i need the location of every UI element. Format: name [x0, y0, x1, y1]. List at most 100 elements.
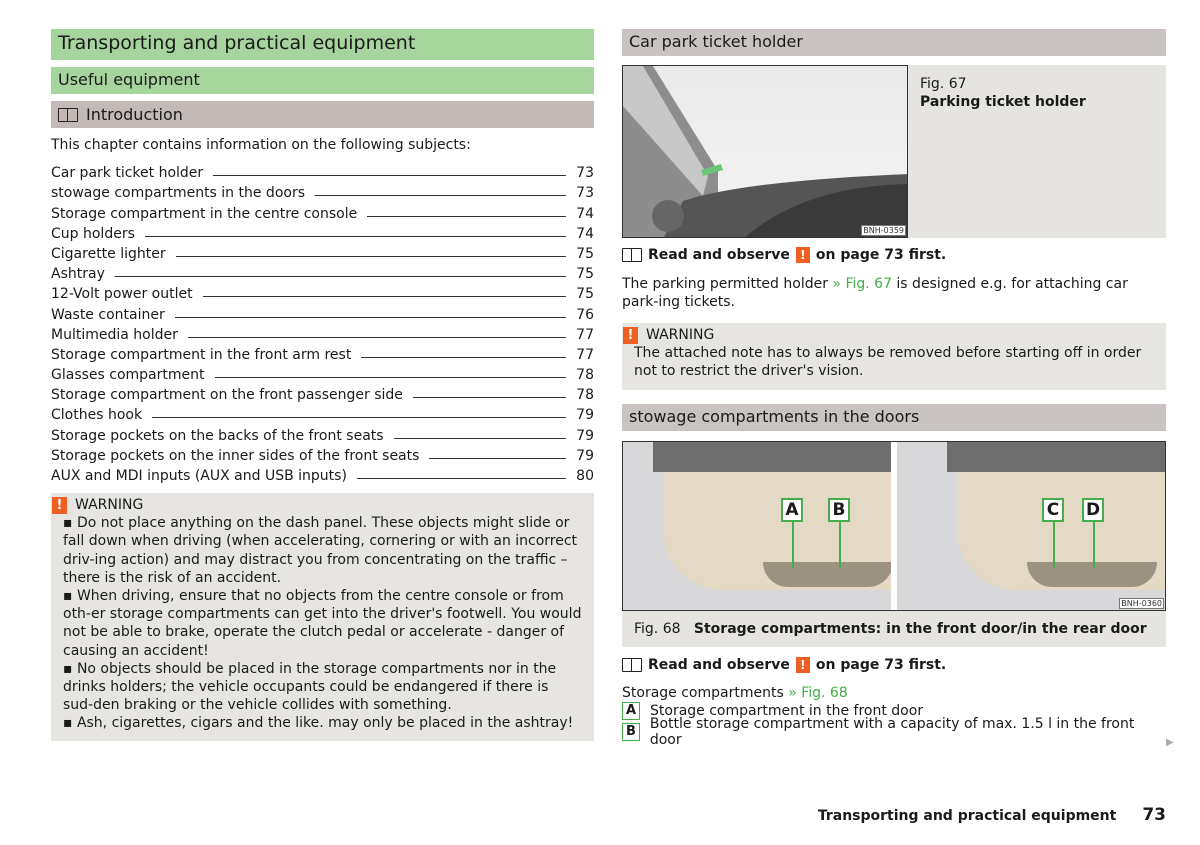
section-title-doors: stowage compartments in the doors — [622, 403, 1166, 431]
read-pre: Read and observe — [648, 247, 790, 263]
toc-entry[interactable]: Storage pockets on the inner sides of th… — [51, 444, 594, 464]
list-title-text: Storage compartments — [622, 684, 784, 701]
warning-title: WARNING — [646, 327, 715, 343]
toc-page: 74 — [576, 205, 594, 222]
toc-entry[interactable]: Storage compartment in the centre consol… — [51, 201, 594, 222]
toc-page: 77 — [576, 326, 594, 343]
toc-entry[interactable]: Storage pockets on the backs of the fron… — [51, 423, 594, 444]
read-observe-note: Read and observe ! on page 73 first. — [622, 247, 1166, 263]
toc-page: 80 — [576, 468, 594, 484]
toc-entry[interactable]: stowage compartments in the doors 73 — [51, 181, 594, 201]
toc-page: 79 — [576, 447, 594, 464]
warning-icon: ! — [795, 247, 810, 263]
continue-arrow-icon: ▶ — [1166, 737, 1174, 748]
toc-entry[interactable]: Cigarette lighter 75 — [51, 242, 594, 262]
table-of-contents: Car park ticket holder 73 stowage compartm… — [51, 161, 594, 484]
toc-leader — [202, 296, 566, 298]
warning-box: ! WARNING ▪ Do not place anything on the … — [51, 493, 594, 741]
label-b: B — [828, 497, 850, 522]
figure-68: A B C D BNH-0360 Fig. 68 Storage compart… — [622, 440, 1166, 647]
toc-leader — [175, 255, 566, 257]
toc-label: Storage compartment on the front passeng… — [51, 387, 403, 404]
toc-label: Ashtray — [51, 266, 105, 283]
footer-title: Transporting and practical equipment — [817, 808, 1117, 824]
body-text: The parking permitted holder — [622, 276, 828, 292]
warning-header: ! WARNING — [623, 326, 1154, 344]
left-column: Transporting and practical equipment Use… — [51, 29, 594, 741]
warning-icon: ! — [623, 326, 638, 344]
toc-page: 76 — [576, 306, 594, 323]
figure-caption: Parking ticket holder — [920, 94, 1086, 110]
toc-label: 12-Volt power outlet — [51, 286, 193, 303]
toc-leader — [412, 397, 566, 399]
toc-page: 78 — [576, 367, 594, 384]
toc-entry[interactable]: 12-Volt power outlet 75 — [51, 282, 594, 302]
page-number: 73 — [1142, 805, 1166, 825]
toc-label: Car park ticket holder — [51, 165, 204, 182]
toc-page: 78 — [576, 387, 594, 404]
intro-text: This chapter contains information on the… — [51, 137, 471, 153]
figure-number: Fig. 68 — [634, 620, 681, 637]
toc-page: 75 — [576, 286, 594, 303]
toc-page: 79 — [576, 407, 594, 424]
toc-entry[interactable]: Glasses compartment 78 — [51, 363, 594, 383]
warning-box: ! WARNING The attached note has to always… — [622, 323, 1166, 390]
rear-door-image: C D BNH-0360 — [897, 441, 1165, 610]
toc-page: 73 — [576, 185, 594, 202]
warning-header: ! WARNING — [52, 496, 582, 514]
toc-leader — [429, 457, 566, 459]
toc-page: 79 — [576, 427, 594, 444]
toc-page: 74 — [576, 225, 594, 242]
toc-entry[interactable]: AUX and MDI inputs (AUX and USB inputs) 8… — [51, 464, 594, 484]
toc-entry[interactable]: Cup holders 74 — [51, 222, 594, 242]
book-icon — [58, 107, 78, 122]
toc-page: 75 — [576, 245, 594, 262]
toc-label: Storage compartment in the front arm res… — [51, 346, 352, 363]
read-post: on page 73 first. — [815, 656, 947, 673]
item-text: Bottle storage compartment with a capaci… — [649, 716, 1135, 749]
toc-label: stowage compartments in the doors — [51, 185, 306, 202]
chapter-title: Transporting and practical equipment — [51, 29, 594, 60]
front-door-image: A B — [623, 441, 891, 610]
toc-entry[interactable]: Multimedia holder 77 — [51, 323, 594, 343]
toc-label: Storage pockets on the inner sides of th… — [51, 447, 420, 464]
warning-item: ▪ Do not place anything on the dash pane… — [63, 515, 578, 586]
page-footer: Transporting and practical equipment 73 — [818, 805, 1166, 825]
figure-68-image: A B C D BNH-0360 — [622, 440, 1166, 611]
toc-label: Multimedia holder — [51, 326, 178, 343]
figure-67: BNH-0359 Fig. 67 Parking ticket holder — [622, 65, 1166, 238]
warning-item: ▪ No objects should be placed in the sto… — [63, 660, 557, 714]
toc-entry[interactable]: Car park ticket holder 73 — [51, 161, 594, 181]
label-d: D — [1082, 497, 1104, 522]
warning-icon: ! — [52, 496, 67, 514]
toc-leader — [356, 478, 566, 479]
toc-leader — [214, 377, 566, 379]
book-icon — [622, 248, 642, 262]
toc-entry[interactable]: Storage compartment on the front passeng… — [51, 383, 594, 403]
read-observe-note: Read and observe ! on page 73 first. — [622, 656, 1166, 673]
toc-entry[interactable]: Clothes hook 79 — [51, 403, 594, 423]
toc-page: 77 — [576, 346, 594, 363]
figure-67-caption: Fig. 67 Parking ticket holder — [908, 65, 1098, 238]
toc-leader — [393, 437, 566, 439]
read-pre: Read and observe — [648, 656, 790, 673]
toc-leader — [174, 316, 566, 318]
read-post: on page 73 first. — [815, 247, 947, 263]
subsection-label: Introduction — [86, 105, 183, 124]
warning-title: WARNING — [75, 497, 144, 513]
figure-68-caption: Fig. 68 Storage compartments: in the fro… — [622, 611, 1166, 647]
toc-page: 73 — [576, 165, 594, 182]
toc-leader — [187, 336, 566, 338]
toc-entry[interactable]: Ashtray 75 — [51, 262, 594, 282]
toc-entry[interactable]: Storage compartment in the front arm res… — [51, 343, 594, 363]
toc-entry[interactable]: Waste container 76 — [51, 302, 594, 323]
fig-68-link[interactable]: » Fig. 68 — [788, 685, 848, 701]
toc-label: Cup holders — [51, 225, 135, 242]
toc-label: AUX and MDI inputs (AUX and USB inputs) — [51, 468, 347, 484]
toc-leader — [367, 215, 566, 217]
toc-label: Glasses compartment — [51, 367, 205, 384]
fig-67-link[interactable]: » Fig. 67 — [832, 276, 892, 292]
right-column: Car park ticket holder BNH-0359 Fig. 67 … — [622, 29, 1166, 748]
list-item: B Bottle storage compartment with a capac… — [622, 716, 1166, 748]
figure-number: Fig. 67 — [920, 76, 967, 92]
